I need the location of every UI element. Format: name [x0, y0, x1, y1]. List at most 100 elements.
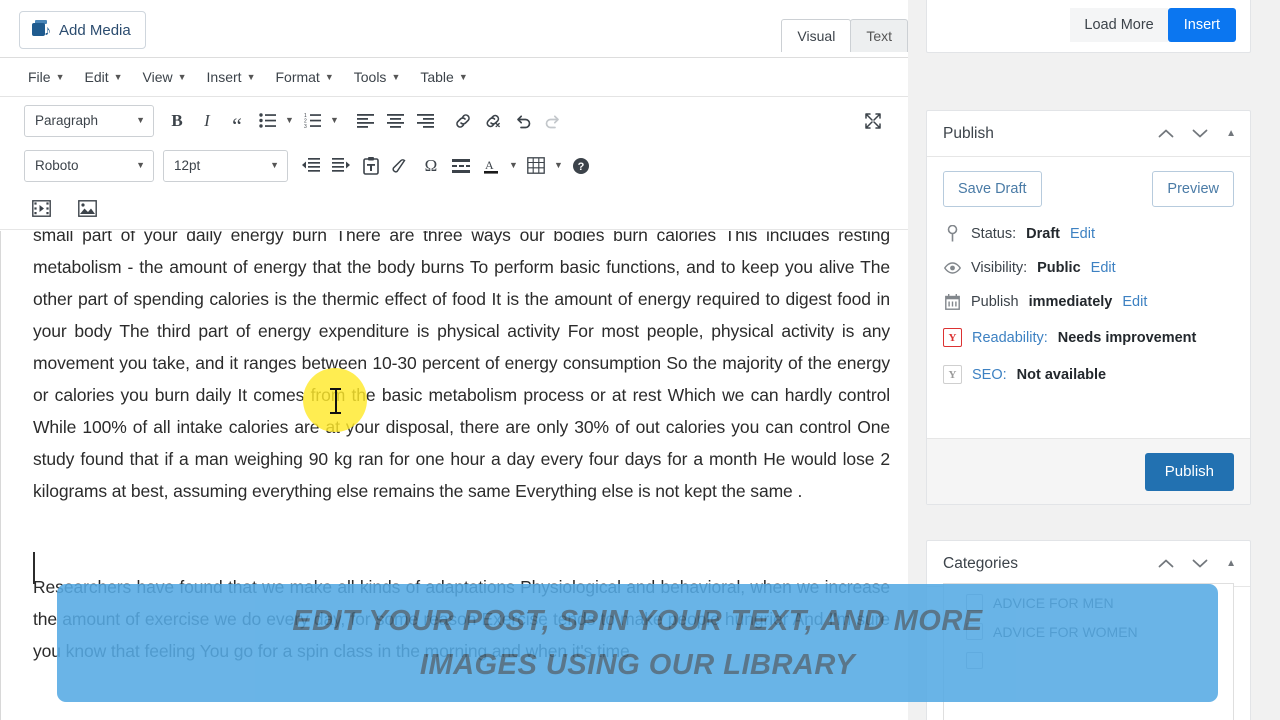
insert-video-icon[interactable]: [26, 194, 56, 224]
numbered-list-icon[interactable]: 123: [297, 106, 327, 136]
category-checkbox[interactable]: [966, 652, 983, 669]
remove-link-icon[interactable]: [478, 106, 508, 136]
chevron-down-icon: ▼: [324, 71, 334, 82]
align-center-icon[interactable]: [380, 106, 410, 136]
schedule-label: Publish: [971, 294, 1019, 310]
category-checkbox[interactable]: [966, 623, 983, 640]
categories-list: ADVICE FOR MEN ADVICE FOR WOMEN: [944, 584, 1233, 669]
paragraph-format-select[interactable]: Paragraph ▼: [24, 104, 154, 137]
menu-table[interactable]: Table ▼: [420, 69, 467, 85]
decrease-indent-icon[interactable]: [296, 151, 326, 181]
align-left-icon[interactable]: [350, 106, 380, 136]
menu-edit[interactable]: Edit ▼: [84, 69, 122, 85]
menu-format[interactable]: Format ▼: [275, 69, 333, 85]
load-more-button[interactable]: Load More: [1070, 8, 1168, 42]
collapse-panel-icon[interactable]: ▲: [1226, 558, 1236, 569]
font-size-select[interactable]: 12pt ▼: [163, 149, 288, 182]
publish-panel-footer: Publish: [927, 438, 1250, 504]
publish-panel-body: Save Draft Preview Status: Draft Edit Vi…: [927, 157, 1250, 384]
font-size-value: 12pt: [174, 158, 201, 173]
redo-icon[interactable]: [538, 106, 568, 136]
publish-panel-header: Publish ▲: [927, 111, 1250, 157]
italic-icon[interactable]: I: [192, 106, 222, 136]
fullscreen-icon[interactable]: [858, 106, 888, 136]
move-up-icon[interactable]: [1158, 128, 1174, 139]
categories-list-box: ADVICE FOR MEN ADVICE FOR WOMEN: [943, 583, 1234, 720]
chevron-down-icon: ▼: [113, 71, 123, 82]
clear-formatting-icon[interactable]: [386, 151, 416, 181]
visibility-edit-link[interactable]: Edit: [1091, 260, 1116, 276]
insert-link-icon[interactable]: [448, 106, 478, 136]
categories-panel-title: Categories: [943, 554, 1018, 572]
post-paragraph-1[interactable]: small part of your daily energy burn The…: [33, 231, 890, 507]
readability-label[interactable]: Readability:: [972, 330, 1048, 346]
text-color-caret-icon[interactable]: ▼: [506, 151, 521, 181]
insert-button[interactable]: Insert: [1167, 8, 1236, 42]
seo-row: Y SEO: Not available: [943, 365, 1234, 384]
move-up-icon[interactable]: [1158, 558, 1174, 569]
text-color-icon[interactable]: A: [476, 151, 506, 181]
schedule-edit-link[interactable]: Edit: [1122, 294, 1147, 310]
schedule-value: immediately: [1028, 294, 1113, 310]
chevron-down-icon: ▼: [55, 71, 65, 82]
add-media-label: Add Media: [59, 21, 131, 39]
svg-text:?: ?: [578, 161, 585, 173]
tab-visual[interactable]: Visual: [781, 19, 852, 52]
publish-button[interactable]: Publish: [1144, 452, 1234, 491]
align-right-icon[interactable]: [410, 106, 440, 136]
collapse-panel-icon[interactable]: ▲: [1226, 128, 1236, 139]
editor-toolbar-row-1: Paragraph ▼ B I “ ▼ 123 ▼: [0, 98, 908, 143]
bold-icon[interactable]: B: [162, 106, 192, 136]
preview-button[interactable]: Preview: [1152, 171, 1234, 207]
chevron-down-icon: ▼: [458, 71, 468, 82]
menu-view[interactable]: View ▼: [143, 69, 187, 85]
editor-menubar: File ▼ Edit ▼ View ▼ Insert ▼ Format ▼ T…: [0, 57, 908, 97]
undo-icon[interactable]: [508, 106, 538, 136]
insert-image-icon[interactable]: [72, 194, 102, 224]
add-media-icon: ♪: [31, 20, 51, 40]
numbered-list-caret-icon[interactable]: ▼: [327, 106, 342, 136]
media-library-panel: Load More Insert: [926, 0, 1251, 53]
save-draft-button[interactable]: Save Draft: [943, 171, 1042, 207]
publish-panel: Publish ▲ Save Draft Preview Status: Dra…: [926, 110, 1251, 505]
editor-toolbar-row-3: [0, 188, 908, 230]
special-character-icon[interactable]: Ω: [416, 151, 446, 181]
move-down-icon[interactable]: [1192, 128, 1208, 139]
menu-file[interactable]: File ▼: [28, 69, 64, 85]
content-left-rule: [0, 231, 1, 720]
read-more-icon[interactable]: [446, 151, 476, 181]
eye-icon: [943, 262, 961, 274]
bulleted-list-caret-icon[interactable]: ▼: [282, 106, 297, 136]
bulleted-list-icon[interactable]: [252, 106, 282, 136]
status-label: Status:: [971, 225, 1017, 242]
list-item[interactable]: [966, 652, 1217, 669]
table-caret-icon[interactable]: ▼: [551, 151, 566, 181]
font-family-select[interactable]: Roboto ▼: [24, 149, 154, 182]
status-edit-link[interactable]: Edit: [1070, 226, 1095, 242]
add-media-button[interactable]: ♪ Add Media: [19, 11, 146, 49]
wordpress-post-editor-screen: ♪ Add Media Visual Text File ▼ Edit ▼ Vi…: [0, 0, 1280, 720]
paste-as-text-icon[interactable]: [356, 151, 386, 181]
list-item[interactable]: ADVICE FOR MEN: [966, 594, 1217, 611]
keyboard-shortcuts-icon[interactable]: ?: [566, 151, 596, 181]
menu-tools[interactable]: Tools ▼: [354, 69, 401, 85]
publish-panel-title: Publish: [943, 124, 994, 142]
category-checkbox[interactable]: [966, 594, 983, 611]
pin-icon: [943, 225, 961, 242]
move-down-icon[interactable]: [1192, 558, 1208, 569]
tab-text[interactable]: Text: [850, 19, 908, 52]
post-paragraph-2[interactable]: Researchers have found that we make all …: [33, 571, 890, 667]
blockquote-icon[interactable]: “: [222, 106, 252, 136]
yoast-readability-icon: Y: [943, 328, 962, 347]
category-label: ADVICE FOR MEN: [993, 594, 1114, 611]
seo-label[interactable]: SEO:: [972, 367, 1007, 383]
menu-insert[interactable]: Insert ▼: [207, 69, 256, 85]
increase-indent-icon[interactable]: [326, 151, 356, 181]
sidebar-column: Load More Insert Publish ▲ Save Draft Pr…: [908, 0, 1263, 720]
status-row: Status: Draft Edit: [943, 225, 1234, 242]
table-icon[interactable]: [521, 151, 551, 181]
list-item[interactable]: ADVICE FOR WOMEN: [966, 623, 1217, 640]
font-family-value: Roboto: [35, 158, 79, 173]
post-content-area[interactable]: small part of your daily energy burn The…: [0, 231, 908, 720]
editor-media-row: ♪ Add Media Visual Text: [0, 0, 908, 57]
